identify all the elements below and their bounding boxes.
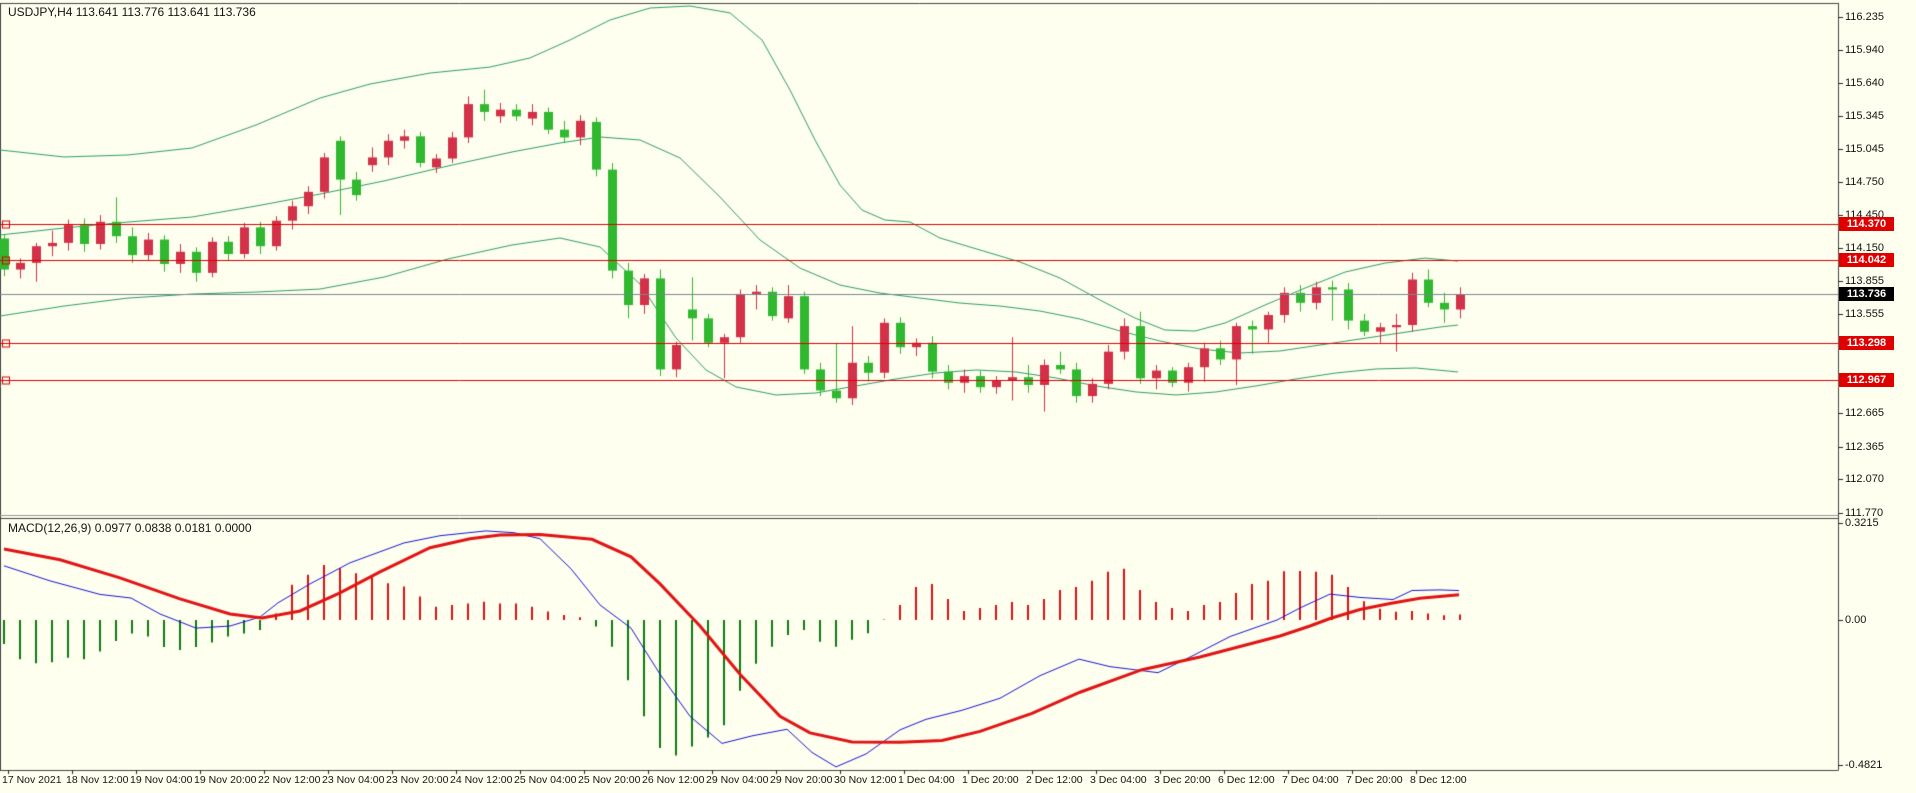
time-axis-label: 23 Nov 04:00: [322, 774, 385, 786]
time-axis-label: 22 Nov 12:00: [258, 774, 321, 786]
price-axis-label: 114.750: [1845, 175, 1884, 188]
time-axis-label: 6 Dec 12:00: [1218, 774, 1275, 786]
time-axis-label: 1 Dec 20:00: [962, 774, 1019, 786]
hline-price-badge: 114.370: [1839, 217, 1894, 231]
price-axis-label: 116.235: [1845, 11, 1884, 23]
macd-indicator-label: MACD(12,26,9) 0.0977 0.0838 0.0181 0.000…: [8, 521, 252, 535]
price-axis-label: 112.070: [1845, 473, 1884, 486]
price-axis-label: 115.045: [1845, 143, 1884, 156]
price-axis-label: 112.665: [1845, 407, 1884, 420]
time-axis-label: 19 Nov 04:00: [130, 774, 193, 786]
time-axis-label: 7 Dec 20:00: [1346, 774, 1403, 786]
time-axis-label: 7 Dec 04:00: [1282, 774, 1339, 786]
time-axis-label: 24 Nov 12:00: [450, 774, 513, 786]
hline-price-badge: 113.298: [1839, 336, 1894, 350]
time-axis-label: 29 Nov 04:00: [706, 774, 769, 786]
time-axis-label: 8 Dec 12:00: [1410, 774, 1467, 786]
chart-symbol-title: USDJPY,H4 113.641 113.776 113.641 113.73…: [8, 5, 256, 19]
price-axis-label: 113.855: [1845, 275, 1884, 288]
time-axis-label: 26 Nov 12:00: [642, 774, 705, 786]
current-price-badge: 113.736: [1839, 287, 1894, 301]
price-axis-label: 115.345: [1845, 109, 1884, 122]
time-axis-label: 23 Nov 20:00: [386, 774, 449, 786]
price-axis-label: 112.365: [1845, 440, 1884, 453]
chart-canvas[interactable]: [0, 0, 1916, 793]
macd-axis-label: 0.3215: [1845, 517, 1879, 530]
hline-price-badge: 112.967: [1839, 373, 1894, 387]
time-axis-label: 18 Nov 12:00: [66, 774, 129, 786]
hline-price-badge: 114.042: [1839, 253, 1894, 267]
time-axis-label: 17 Nov 2021: [2, 774, 62, 786]
mt4-chart-window: USDJPY,H4 113.641 113.776 113.641 113.73…: [0, 0, 1916, 793]
time-axis-label: 2 Dec 12:00: [1026, 774, 1083, 786]
time-axis-label: 25 Nov 20:00: [578, 774, 641, 786]
macd-axis-label: -0.4821: [1845, 759, 1883, 772]
time-axis-label: 19 Nov 20:00: [194, 774, 257, 786]
macd-axis-label: 0.00: [1845, 614, 1867, 626]
time-axis-label: 3 Dec 20:00: [1154, 774, 1211, 786]
time-axis-label: 30 Nov 12:00: [834, 774, 897, 786]
price-axis-label: 115.940: [1845, 43, 1884, 56]
time-axis-label: 1 Dec 04:00: [898, 774, 955, 786]
time-axis-label: 3 Dec 04:00: [1090, 774, 1147, 786]
price-axis-label: 115.640: [1845, 77, 1884, 90]
price-axis-label: 113.555: [1845, 308, 1884, 321]
time-axis-label: 29 Nov 20:00: [770, 774, 833, 786]
time-axis-label: 25 Nov 04:00: [514, 774, 577, 786]
